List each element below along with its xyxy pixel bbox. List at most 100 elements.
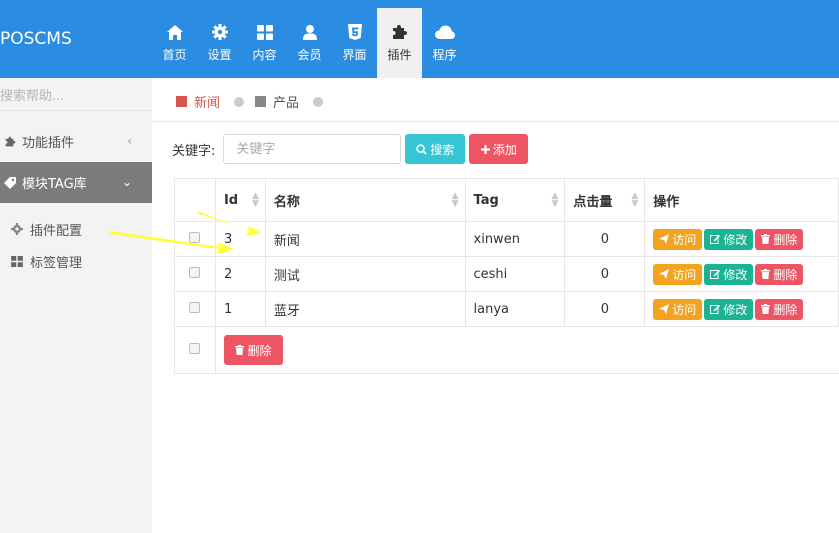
- plus-icon: [480, 144, 490, 154]
- sort-icon: ▲ ▼: [551, 191, 559, 209]
- cell-hits: 0: [564, 291, 646, 327]
- edit-button[interactable]: 修改: [704, 263, 754, 285]
- gear-icon: [10, 223, 24, 235]
- sidebar-subitem-plugin-config[interactable]: 插件配置: [0, 213, 152, 245]
- sort-icon: ▲ ▼: [631, 191, 639, 209]
- delete-button-label: 删除: [773, 267, 798, 282]
- column-header-name[interactable]: 名称 ▲ ▼: [264, 178, 466, 222]
- table-header-row: Id ▲ ▼ 名称 ▲ ▼ Tag ▲ ▼ 点击量 ▲ ▼ 操作: [174, 178, 839, 222]
- cell-tag: lanya: [464, 291, 566, 327]
- sidebar-search[interactable]: 搜索帮助...: [0, 78, 152, 111]
- visit-button[interactable]: 访问: [653, 263, 703, 285]
- tab-label: 新闻: [194, 96, 221, 111]
- tab-dot: [313, 96, 324, 107]
- nav-item-program[interactable]: 程序: [422, 8, 467, 78]
- cell-actions: 访问 修改 删除: [644, 291, 839, 327]
- search-button[interactable]: 搜索: [405, 134, 466, 164]
- cell-hits: 0: [564, 256, 646, 292]
- user-icon: [300, 22, 320, 42]
- tab-products[interactable]: 产品: [255, 92, 324, 111]
- column-header-actions: 操作: [644, 178, 839, 222]
- cell-name: 新闻: [264, 221, 466, 257]
- column-header-label: Tag: [473, 192, 499, 208]
- nav-item-content[interactable]: 内容: [242, 8, 287, 78]
- column-header-id[interactable]: Id ▲ ▼: [214, 178, 266, 222]
- add-button[interactable]: 添加: [469, 134, 529, 164]
- header-checkbox-cell: [174, 178, 216, 222]
- nav-item-members[interactable]: 会员: [287, 8, 332, 78]
- sidebar-item-label: 模块TAG库: [22, 177, 87, 192]
- cell-tag: xinwen: [464, 221, 566, 257]
- sidebar-item-module-tag[interactable]: 模块TAG库 ⌄: [0, 162, 152, 203]
- grid-icon: [255, 22, 275, 42]
- row-checkbox[interactable]: [189, 266, 201, 278]
- send-icon: [659, 304, 670, 314]
- nav-item-interface[interactable]: 界面: [332, 8, 377, 78]
- column-header-label: 点击量: [573, 194, 613, 210]
- edit-button-label: 修改: [723, 232, 748, 247]
- table-row: 2 测试 ceshi 0 访问 修改 删除: [174, 256, 839, 292]
- column-header-tag[interactable]: Tag ▲ ▼: [464, 178, 566, 222]
- html5-icon: [345, 22, 365, 42]
- trash-icon: [235, 345, 245, 355]
- cell-id: 1: [214, 291, 266, 327]
- cell-tag: ceshi: [464, 256, 566, 292]
- cell-actions: 访问 修改 删除: [644, 221, 839, 257]
- home-icon: [165, 22, 185, 42]
- row-checkbox-cell: [174, 326, 216, 374]
- column-header-label: 名称: [273, 194, 300, 210]
- row-checkbox[interactable]: [189, 301, 201, 313]
- visit-button[interactable]: 访问: [653, 298, 703, 320]
- visit-button-label: 访问: [672, 267, 697, 282]
- tab-news[interactable]: 新闻: [176, 92, 245, 111]
- sort-icon: ▲ ▼: [252, 191, 259, 209]
- search-button-label: 搜索: [430, 142, 455, 157]
- nav-item-home[interactable]: 首页: [152, 8, 197, 78]
- sidebar-item-function-plugins[interactable]: 功能插件 ‹: [0, 121, 152, 162]
- row-checkbox-cell: [174, 256, 216, 292]
- tab-color-square: [176, 96, 187, 107]
- grid-icon: [10, 255, 24, 267]
- tag-table: Id ▲ ▼ 名称 ▲ ▼ Tag ▲ ▼ 点击量 ▲ ▼ 操作 3 新闻 xinwen 0 访…: [174, 178, 839, 374]
- delete-button[interactable]: 删除: [755, 228, 804, 250]
- trash-icon: [761, 234, 771, 244]
- visit-button-label: 访问: [672, 232, 697, 247]
- keyword-input[interactable]: [223, 134, 402, 164]
- bulk-delete-button[interactable]: 删除: [223, 335, 283, 365]
- delete-button[interactable]: 删除: [755, 298, 804, 320]
- nav-label: 界面: [342, 48, 367, 62]
- brand-logo[interactable]: POSCMS: [0, 0, 152, 78]
- edit-button[interactable]: 修改: [704, 298, 754, 320]
- tab-dot: [234, 96, 245, 107]
- chevron-left-icon: ‹: [127, 134, 132, 148]
- chevron-down-icon: ⌄: [121, 175, 132, 189]
- edit-button[interactable]: 修改: [704, 228, 754, 250]
- tab-label: 产品: [273, 96, 300, 111]
- column-header-hits[interactable]: 点击量 ▲ ▼: [564, 178, 646, 222]
- cell-id: 2: [214, 256, 266, 292]
- tag-icon: [0, 176, 20, 189]
- sidebar-submenu: 插件配置 标签管理: [0, 203, 152, 277]
- cell-name: 测试: [264, 256, 466, 292]
- search-icon: [416, 143, 428, 155]
- sidebar-subitem-tag-manage[interactable]: 标签管理: [0, 245, 152, 277]
- row-checkbox[interactable]: [189, 231, 201, 243]
- sidebar: 搜索帮助... 功能插件 ‹ 模块TAG库 ⌄ 插件配置 标签管理: [0, 78, 152, 533]
- nav-label: 内容: [252, 48, 277, 62]
- nav-item-plugins[interactable]: 插件: [377, 8, 422, 78]
- sidebar-subitem-label: 插件配置: [30, 223, 83, 239]
- puzzle-icon: [390, 22, 410, 42]
- cell-actions: 访问 修改 删除: [644, 256, 839, 292]
- column-header-label: Id: [223, 192, 239, 208]
- search-toolbar: 关键字: 搜索 添加: [172, 134, 529, 164]
- cell-hits: 0: [564, 221, 646, 257]
- edit-button-label: 修改: [723, 302, 748, 317]
- row-checkbox-cell: [174, 291, 216, 327]
- delete-button[interactable]: 删除: [755, 263, 804, 285]
- nav-item-settings[interactable]: 设置: [197, 8, 242, 78]
- column-header-label: 操作: [653, 194, 680, 210]
- top-header: POSCMS 首页 设置 内容 会员 界面 插件 程序: [0, 0, 839, 78]
- visit-button[interactable]: 访问: [653, 228, 703, 250]
- select-all-checkbox[interactable]: [189, 342, 201, 354]
- nav-label: 设置: [207, 48, 232, 62]
